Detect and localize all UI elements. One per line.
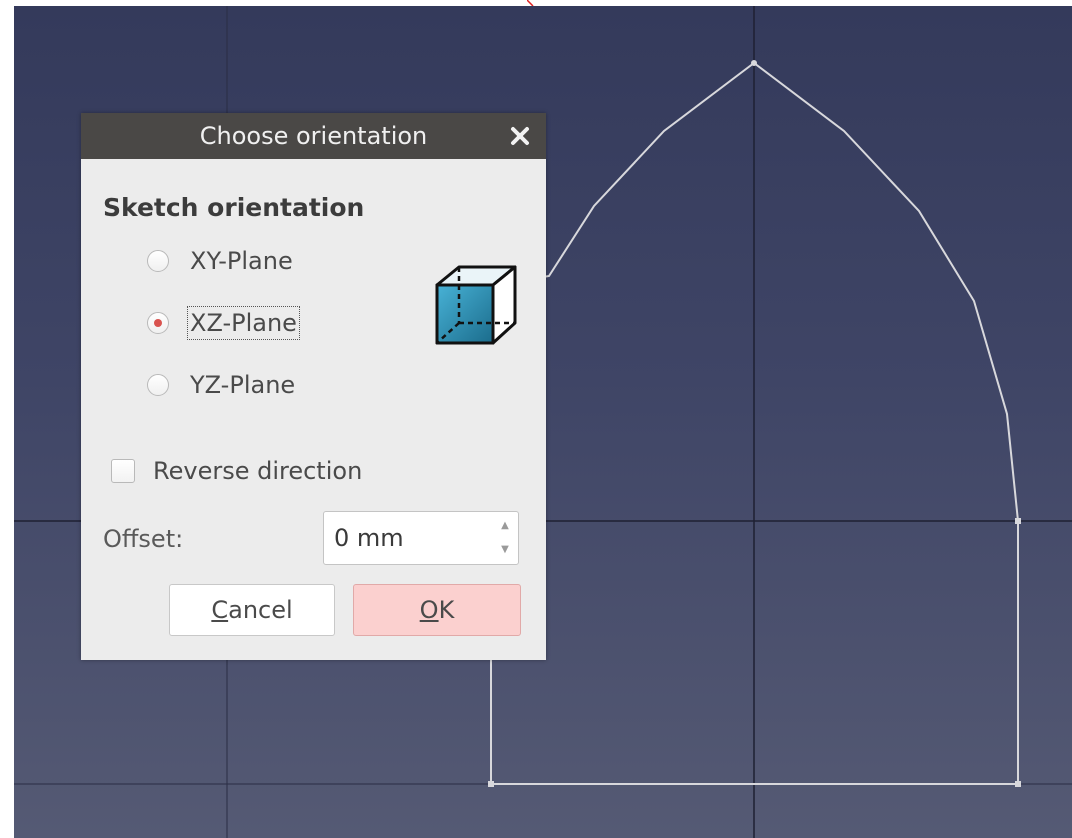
ok-label: K [438,596,455,624]
cube-plane-icon [435,265,517,345]
radio-label: XY-Plane [190,247,293,275]
radio-label: YZ-Plane [190,371,296,399]
cancel-label: ancel [228,596,293,624]
radio-yz-plane[interactable]: YZ-Plane [147,365,298,405]
radio-button-selected[interactable] [147,312,169,334]
spin-down-icon[interactable]: ▼ [498,540,512,560]
sketch-orientation-heading: Sketch orientation [103,193,365,222]
sketch-vertex [1015,518,1021,524]
radio-label: XZ-Plane [187,306,300,340]
sketch-vertex [488,781,494,787]
radio-xz-plane[interactable]: XZ-Plane [147,303,300,343]
sketch-vertex [1015,781,1021,787]
dialog-title: Choose orientation [199,122,428,150]
radio-button[interactable] [147,374,169,396]
choose-orientation-dialog: Choose orientation Sketch orientation XY… [81,113,546,660]
reverse-direction-checkbox[interactable] [111,459,135,483]
close-button[interactable] [508,124,532,148]
offset-input[interactable] [334,522,484,554]
radio-button[interactable] [147,250,169,272]
red-marker [527,0,534,6]
radio-xy-plane[interactable]: XY-Plane [147,241,296,281]
close-icon [511,127,529,145]
cancel-mnemonic: C [211,596,229,624]
ok-button[interactable]: OK [353,584,521,636]
offset-label: Offset: [103,525,184,553]
dialog-titlebar[interactable]: Choose orientation [81,113,546,159]
ok-mnemonic: O [419,596,439,624]
reverse-direction-option[interactable]: Reverse direction [111,451,362,491]
spin-up-icon[interactable]: ▲ [498,516,512,536]
cancel-button[interactable]: Cancel [169,584,335,636]
sketch-vertex [751,60,757,66]
reverse-direction-label: Reverse direction [153,457,363,485]
offset-spinbox[interactable]: ▲ ▼ [323,511,519,565]
